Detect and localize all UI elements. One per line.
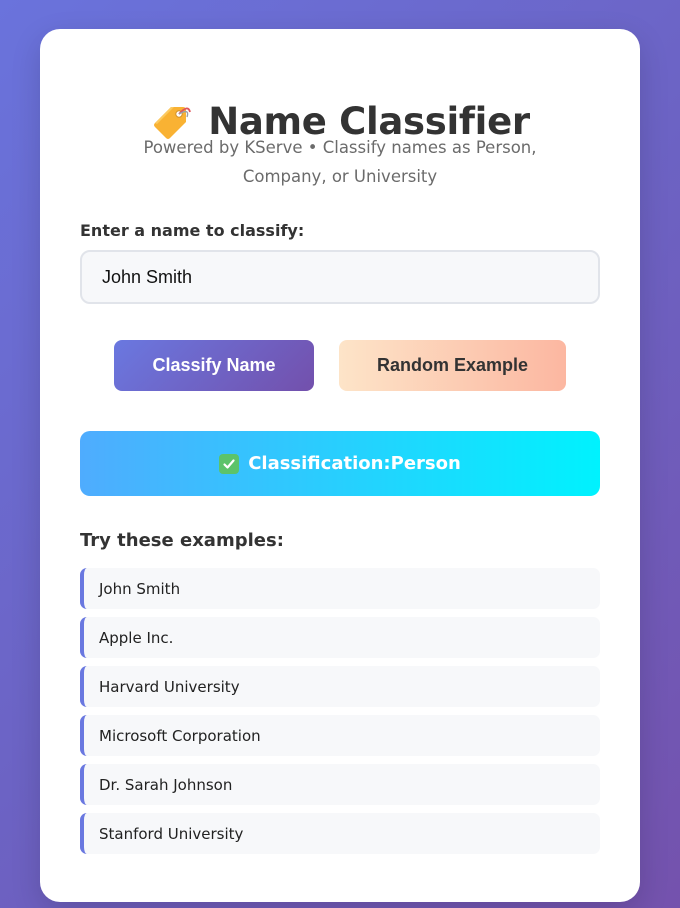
classify-button[interactable]: Classify Name (114, 340, 314, 391)
example-item[interactable]: Harvard University (80, 666, 600, 707)
result-prefix: Classification: (248, 453, 391, 474)
result-value: Person (390, 453, 461, 474)
example-item[interactable]: John Smith (80, 568, 600, 609)
example-item[interactable]: Microsoft Corporation (80, 715, 600, 756)
input-label: Enter a name to classify: (80, 221, 305, 240)
name-input[interactable] (80, 250, 600, 304)
example-item[interactable]: Dr. Sarah Johnson (80, 764, 600, 805)
classifier-card: Name Classifier Powered by KServe • Clas… (40, 29, 640, 902)
random-example-button[interactable]: Random Example (339, 340, 566, 391)
example-item[interactable]: Apple Inc. (80, 617, 600, 658)
examples-heading: Try these examples: (80, 530, 284, 551)
classification-result: Classification: Person (80, 431, 600, 496)
example-item[interactable]: Stanford University (80, 813, 600, 854)
subtitle: Powered by KServe • Classify names as Pe… (143, 138, 537, 186)
check-icon (219, 453, 240, 474)
examples-list: John Smith Apple Inc. Harvard University… (80, 568, 600, 862)
